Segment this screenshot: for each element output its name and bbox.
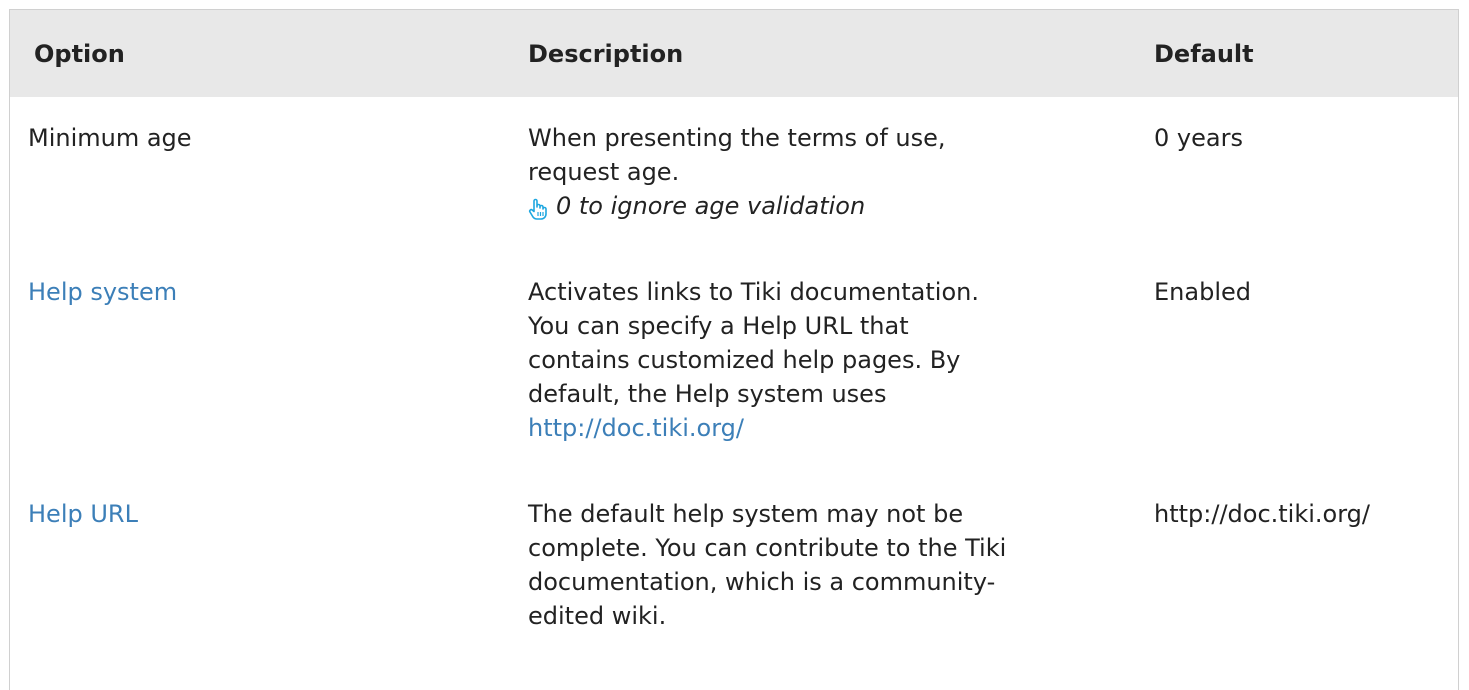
pointing-hand-icon (528, 195, 548, 220)
default-value: 0 years (1154, 124, 1243, 152)
option-cell: Help URL (10, 473, 510, 661)
table-row: Minimum age When presenting the terms of… (10, 97, 1458, 251)
description-line: edited wiki. (528, 602, 667, 630)
default-value: http://doc.tiki.org/ (1154, 500, 1370, 528)
header-description[interactable]: Description (510, 10, 1136, 97)
options-table-frame: Option Description Default Minimum age W… (9, 9, 1459, 690)
table-header-row: Option Description Default (10, 10, 1458, 97)
description-cell: The default help system may not be compl… (510, 473, 1136, 661)
default-cell: http://doc.tiki.org/ (1136, 473, 1458, 661)
option-link-help-system[interactable]: Help system (28, 278, 177, 306)
description-line: Activates links to Tiki documentation. (528, 278, 979, 306)
option-link-help-url[interactable]: Help URL (28, 500, 138, 528)
description-line: The default help system may not be (528, 500, 964, 528)
header-default[interactable]: Default (1136, 10, 1458, 97)
description-line: When presenting the terms of use, (528, 124, 946, 152)
table-row: Help system Activates links to Tiki docu… (10, 251, 1458, 473)
option-cell: Help system (10, 251, 510, 473)
description-line: You can specify a Help URL that (528, 312, 909, 340)
header-option[interactable]: Option (10, 10, 510, 97)
tip-note: 0 to ignore age validation (528, 189, 1136, 223)
description-line: complete. You can contribute to the Tiki (528, 534, 1007, 562)
description-line: request age. (528, 158, 680, 186)
description-line: contains customized help pages. By (528, 346, 961, 374)
default-cell: 0 years (1136, 97, 1458, 251)
options-table: Option Description Default Minimum age W… (10, 10, 1458, 661)
doc-url-link[interactable]: http://doc.tiki.org/ (528, 414, 744, 442)
tip-text: 0 to ignore age validation (556, 192, 866, 220)
description-cell: Activates links to Tiki documentation. Y… (510, 251, 1136, 473)
option-name: Minimum age (28, 124, 192, 152)
default-value: Enabled (1154, 278, 1251, 306)
description-cell: When presenting the terms of use, reques… (510, 97, 1136, 251)
option-cell: Minimum age (10, 97, 510, 251)
description-line: documentation, which is a community- (528, 568, 996, 596)
description-line: default, the Help system uses (528, 380, 887, 408)
table-row: Help URL The default help system may not… (10, 473, 1458, 661)
default-cell: Enabled (1136, 251, 1458, 473)
